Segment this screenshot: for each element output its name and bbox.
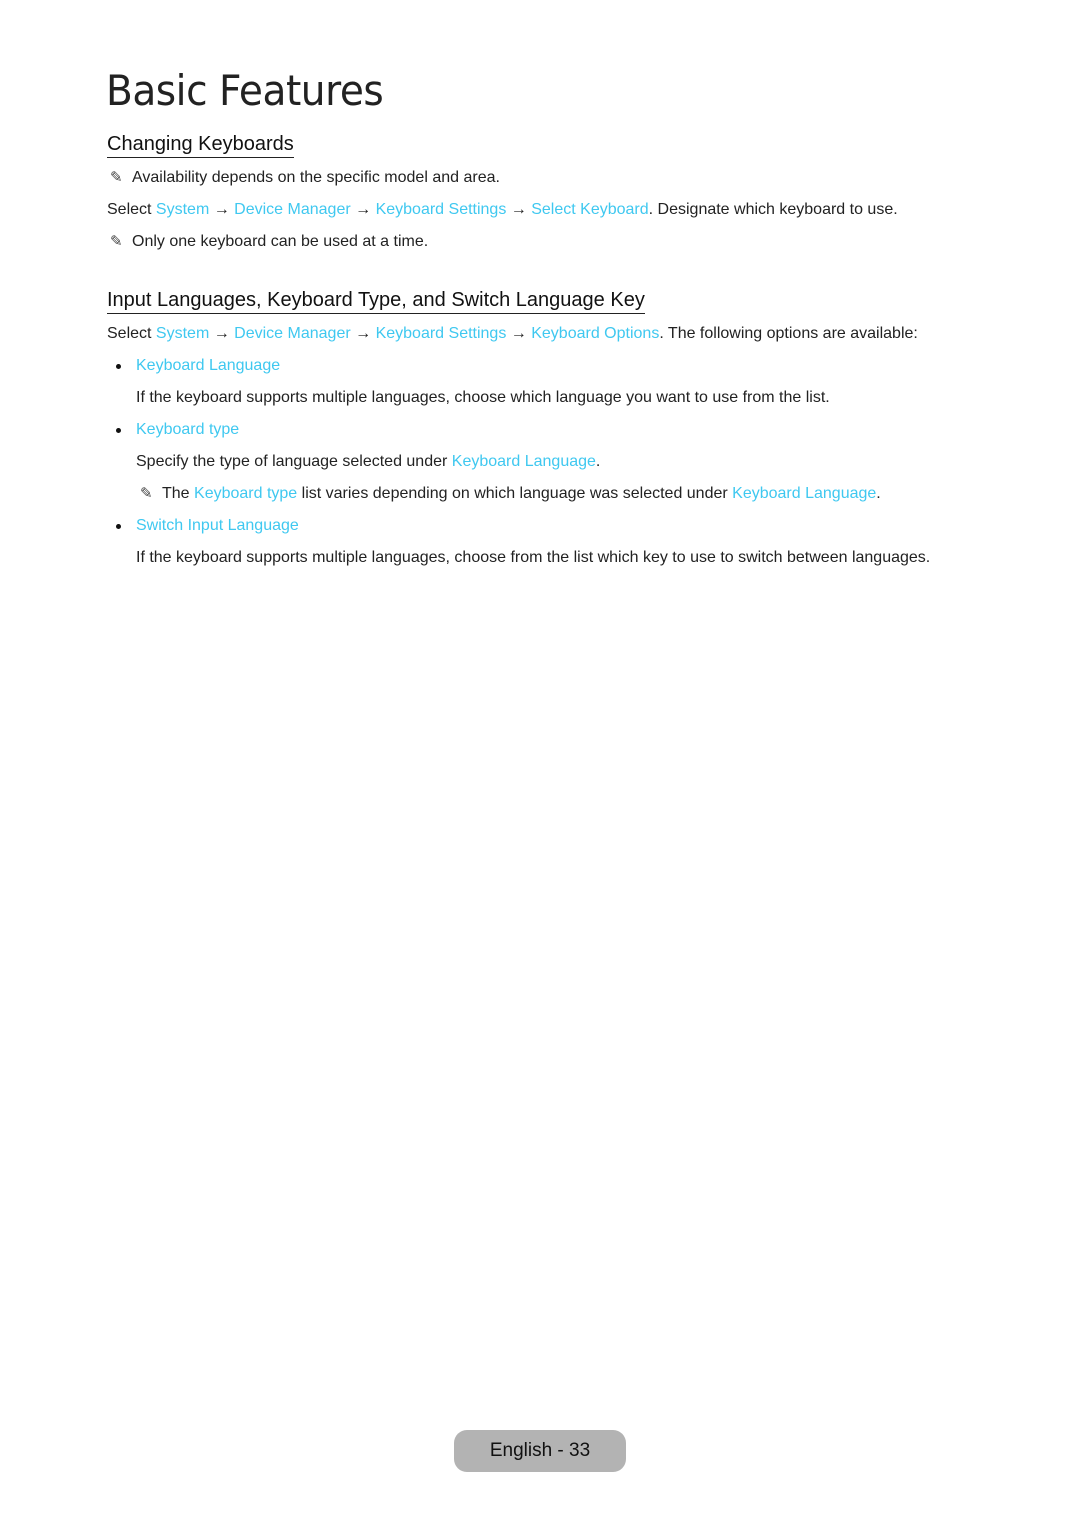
note-availability: ✎ Availability depends on the specific mo… xyxy=(110,169,500,186)
menu-path-keyboard-options: Select System → Device Manager → Keyboar… xyxy=(107,325,918,342)
bullet-icon xyxy=(116,428,121,433)
link-keyboard-language[interactable]: Keyboard Language xyxy=(732,485,876,502)
link-select-keyboard[interactable]: Select Keyboard xyxy=(531,201,648,218)
pencil-note-icon: ✎ xyxy=(110,233,123,250)
option-keyboard-type-desc: Specify the type of language selected un… xyxy=(136,453,601,470)
bullet-icon xyxy=(116,524,121,529)
link-system[interactable]: System xyxy=(156,325,209,342)
pencil-note-icon: ✎ xyxy=(140,485,153,502)
arrow-icon: → xyxy=(213,201,230,218)
note-keyboard-type: ✎ The Keyboard type list varies depending… xyxy=(140,485,881,502)
link-keyboard-type[interactable]: Keyboard type xyxy=(136,421,239,438)
link-keyboard-type[interactable]: Keyboard type xyxy=(194,485,297,502)
link-keyboard-language[interactable]: Keyboard Language xyxy=(136,357,280,374)
link-device-manager[interactable]: Device Manager xyxy=(234,201,351,218)
option-keyboard-type: Keyboard type xyxy=(136,420,239,440)
arrow-icon: → xyxy=(510,325,527,342)
link-keyboard-settings[interactable]: Keyboard Settings xyxy=(376,201,507,218)
pencil-note-icon: ✎ xyxy=(110,169,123,186)
arrow-icon: → xyxy=(510,201,527,218)
option-switch-input-language-desc: If the keyboard supports multiple langua… xyxy=(136,549,931,566)
link-keyboard-options[interactable]: Keyboard Options xyxy=(531,325,659,342)
arrow-icon: → xyxy=(355,325,372,342)
note-one-keyboard: ✎ Only one keyboard can be used at a time… xyxy=(110,233,429,250)
link-device-manager[interactable]: Device Manager xyxy=(234,325,351,342)
link-keyboard-settings[interactable]: Keyboard Settings xyxy=(376,325,507,342)
arrow-icon: → xyxy=(213,325,230,342)
bullet-icon xyxy=(116,364,121,369)
page-title: Basic Features xyxy=(106,66,384,115)
section-heading-changing-keyboards: Changing Keyboards xyxy=(107,132,294,158)
link-system[interactable]: System xyxy=(156,201,209,218)
section-heading-input-languages: Input Languages, Keyboard Type, and Swit… xyxy=(107,288,645,314)
link-keyboard-language[interactable]: Keyboard Language xyxy=(452,453,596,470)
arrow-icon: → xyxy=(355,201,372,218)
page-number-badge: English - 33 xyxy=(454,1430,626,1472)
option-switch-input-language: Switch Input Language xyxy=(136,516,299,536)
option-keyboard-language: Keyboard Language xyxy=(136,356,280,376)
link-switch-input-language[interactable]: Switch Input Language xyxy=(136,517,299,534)
menu-path-select-keyboard: Select System → Device Manager → Keyboar… xyxy=(107,201,898,218)
option-keyboard-language-desc: If the keyboard supports multiple langua… xyxy=(136,389,830,406)
